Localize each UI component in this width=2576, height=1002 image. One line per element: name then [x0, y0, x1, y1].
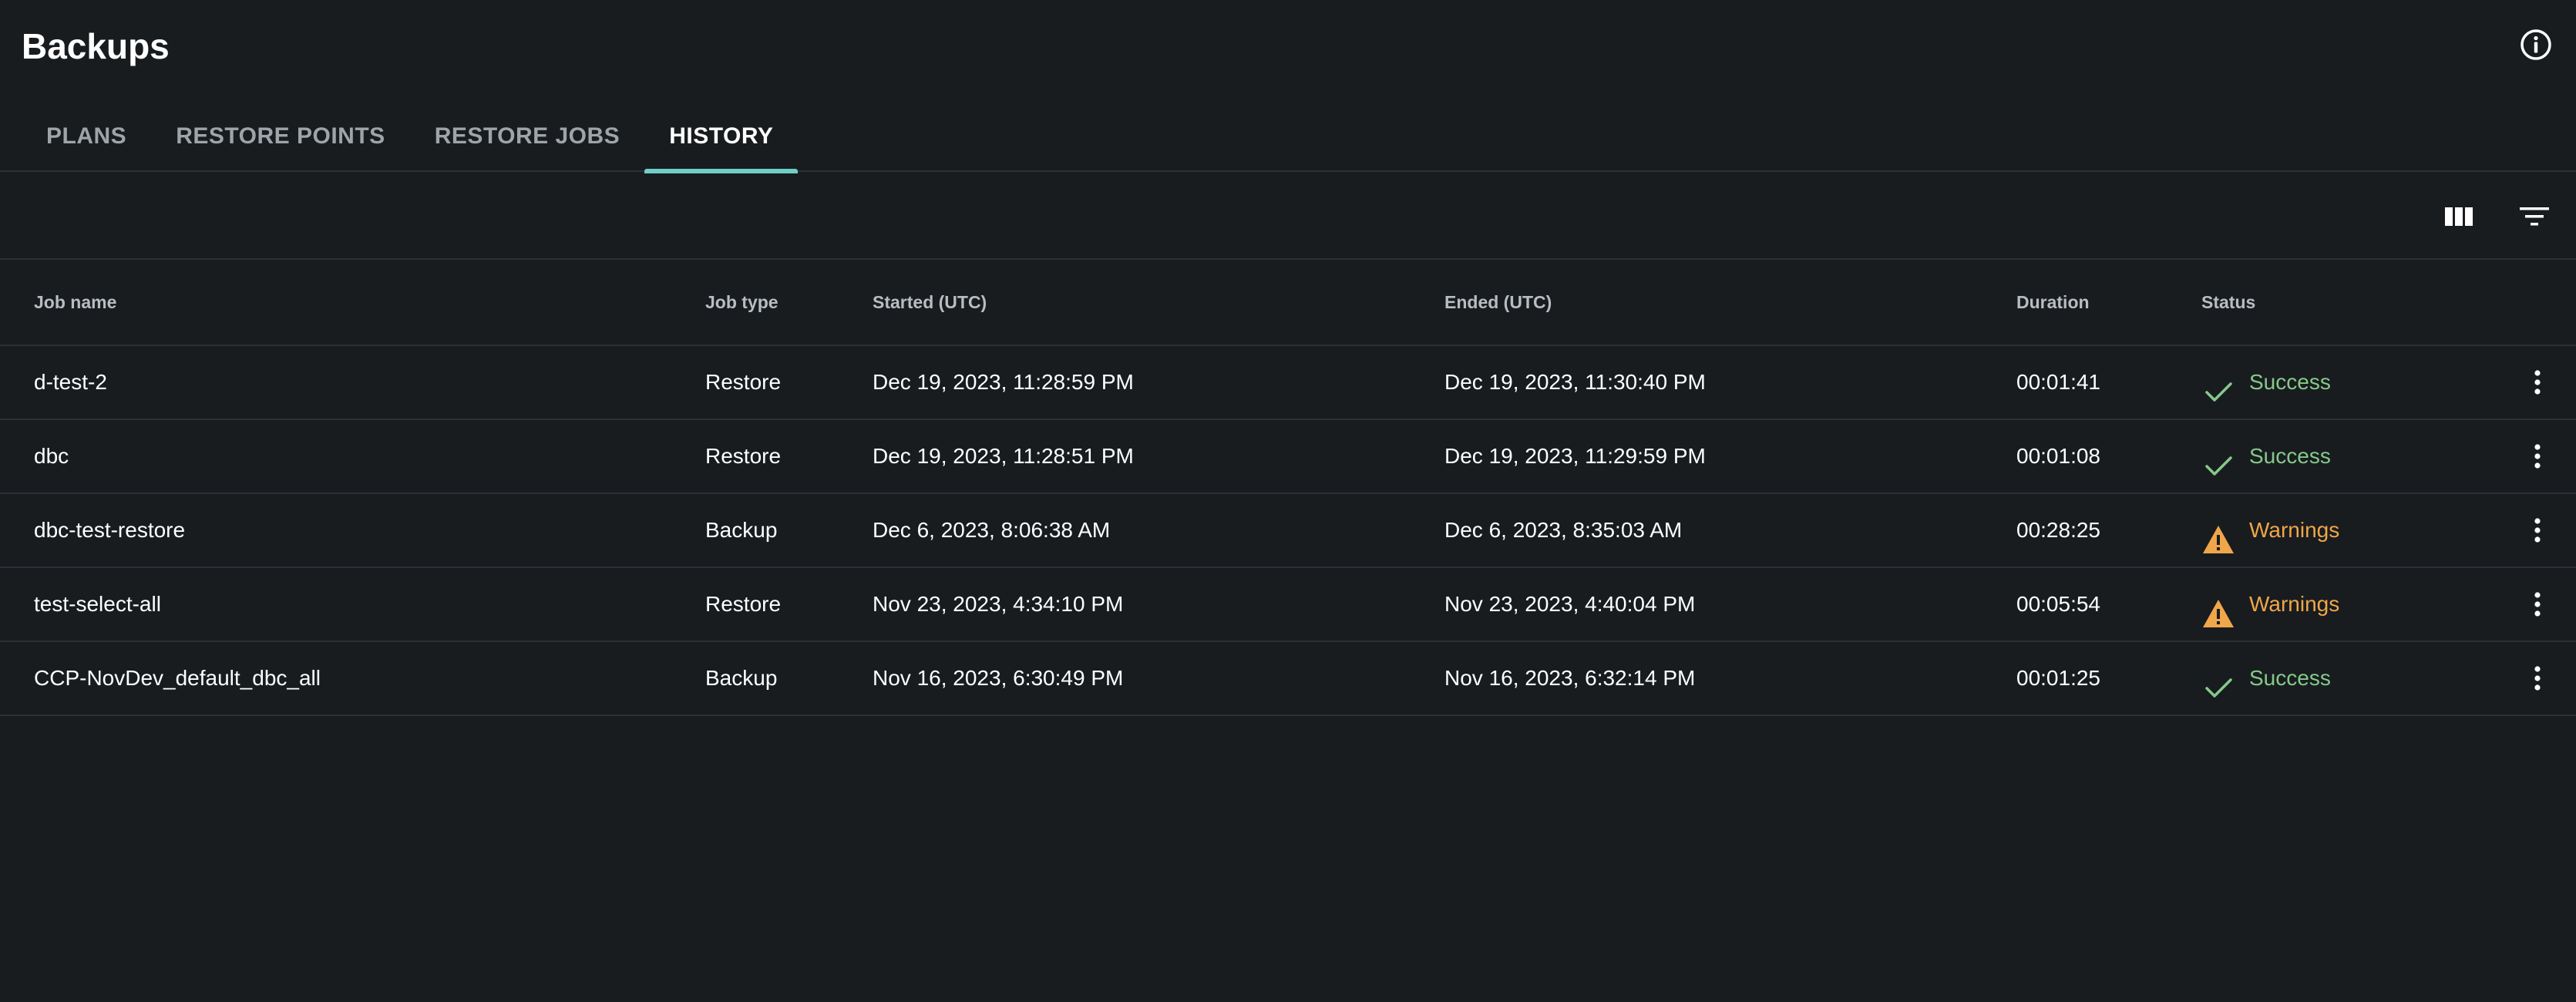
more-vert-icon[interactable]	[2522, 589, 2553, 620]
table-header: Job name Job type Started (UTC) Ended (U…	[0, 260, 2576, 346]
column-header-started[interactable]: Started (UTC)	[873, 260, 987, 345]
status-cell: Success	[2201, 642, 2331, 715]
job-type-cell: Restore	[705, 592, 782, 616]
job-type-cell: Restore	[705, 444, 782, 468]
table-row[interactable]: d-test-2 Restore Dec 19, 2023, 11:28:59 …	[0, 346, 2576, 420]
ended-cell: Nov 23, 2023, 4:40:04 PM	[1444, 592, 1696, 616]
status-label: Success	[2249, 370, 2331, 394]
info-icon[interactable]	[2519, 28, 2553, 62]
duration-cell: 00:28:25	[2016, 518, 2100, 542]
job-type-cell: Restore	[705, 370, 782, 394]
table-row[interactable]: CCP-NovDev_default_dbc_all Backup Nov 16…	[0, 642, 2576, 716]
more-vert-icon[interactable]	[2522, 441, 2553, 472]
ended-cell: Dec 19, 2023, 11:29:59 PM	[1444, 444, 1706, 468]
started-cell: Nov 23, 2023, 4:34:10 PM	[873, 592, 1124, 616]
column-header-status[interactable]: Status	[2201, 260, 2255, 345]
started-cell: Nov 16, 2023, 6:30:49 PM	[873, 666, 1124, 690]
job-name-cell: test-select-all	[34, 592, 161, 616]
job-type-cell: Backup	[705, 666, 778, 690]
column-header-job-type[interactable]: Job type	[705, 260, 779, 345]
more-vert-icon[interactable]	[2522, 663, 2553, 694]
tab-history[interactable]: HISTORY	[644, 100, 799, 173]
page-title: Backups	[22, 26, 170, 66]
started-cell: Dec 6, 2023, 8:06:38 AM	[873, 518, 1111, 542]
job-name-cell: d-test-2	[34, 370, 107, 394]
table-row[interactable]: dbc-test-restore Backup Dec 6, 2023, 8:0…	[0, 494, 2576, 568]
columns-icon[interactable]	[2440, 198, 2477, 235]
duration-cell: 00:01:41	[2016, 370, 2100, 394]
started-cell: Dec 19, 2023, 11:28:51 PM	[873, 444, 1134, 468]
column-header-job-name[interactable]: Job name	[34, 260, 116, 345]
status-label: Success	[2249, 666, 2331, 690]
tab-restore-jobs[interactable]: RESTORE JOBS	[410, 100, 645, 172]
status-label: Success	[2249, 444, 2331, 468]
status-cell: Warnings	[2201, 494, 2339, 567]
check-icon	[2201, 661, 2235, 698]
job-name-cell: CCP-NovDev_default_dbc_all	[34, 666, 321, 690]
duration-cell: 00:05:54	[2016, 592, 2100, 616]
tab-restore-points[interactable]: RESTORE POINTS	[151, 100, 410, 172]
status-cell: Success	[2201, 346, 2331, 419]
check-icon	[2201, 365, 2235, 402]
history-table: Job name Job type Started (UTC) Ended (U…	[0, 260, 2576, 716]
started-cell: Dec 19, 2023, 11:28:59 PM	[873, 370, 1134, 394]
ended-cell: Nov 16, 2023, 6:32:14 PM	[1444, 666, 1696, 690]
page-header: Backups	[0, 0, 2576, 92]
tab-plans[interactable]: PLANS	[22, 100, 151, 172]
ended-cell: Dec 6, 2023, 8:35:03 AM	[1444, 518, 1683, 542]
column-header-duration[interactable]: Duration	[2016, 260, 2090, 345]
more-vert-icon[interactable]	[2522, 515, 2553, 546]
job-name-cell: dbc-test-restore	[34, 518, 186, 542]
warning-icon	[2201, 587, 2235, 627]
status-label: Warnings	[2249, 518, 2340, 542]
table-row[interactable]: dbc Restore Dec 19, 2023, 11:28:51 PM De…	[0, 420, 2576, 494]
ended-cell: Dec 19, 2023, 11:30:40 PM	[1444, 370, 1706, 394]
more-vert-icon[interactable]	[2522, 367, 2553, 398]
tab-bar: PLANS RESTORE POINTS RESTORE JOBS HISTOR…	[0, 100, 2576, 173]
status-label: Warnings	[2249, 592, 2340, 616]
job-name-cell: dbc	[34, 444, 69, 468]
filter-icon[interactable]	[2516, 198, 2553, 235]
status-cell: Success	[2201, 420, 2331, 493]
status-cell: Warnings	[2201, 568, 2339, 641]
job-type-cell: Backup	[705, 518, 778, 542]
check-icon	[2201, 439, 2235, 476]
duration-cell: 00:01:08	[2016, 444, 2100, 468]
table-row[interactable]: test-select-all Restore Nov 23, 2023, 4:…	[0, 568, 2576, 642]
table-toolbar	[0, 173, 2576, 260]
column-header-ended[interactable]: Ended (UTC)	[1444, 260, 1552, 345]
backups-app: Backups PLANS RESTORE POINTS RESTORE JOB…	[0, 0, 2576, 1002]
duration-cell: 00:01:25	[2016, 666, 2100, 690]
warning-icon	[2201, 513, 2235, 553]
